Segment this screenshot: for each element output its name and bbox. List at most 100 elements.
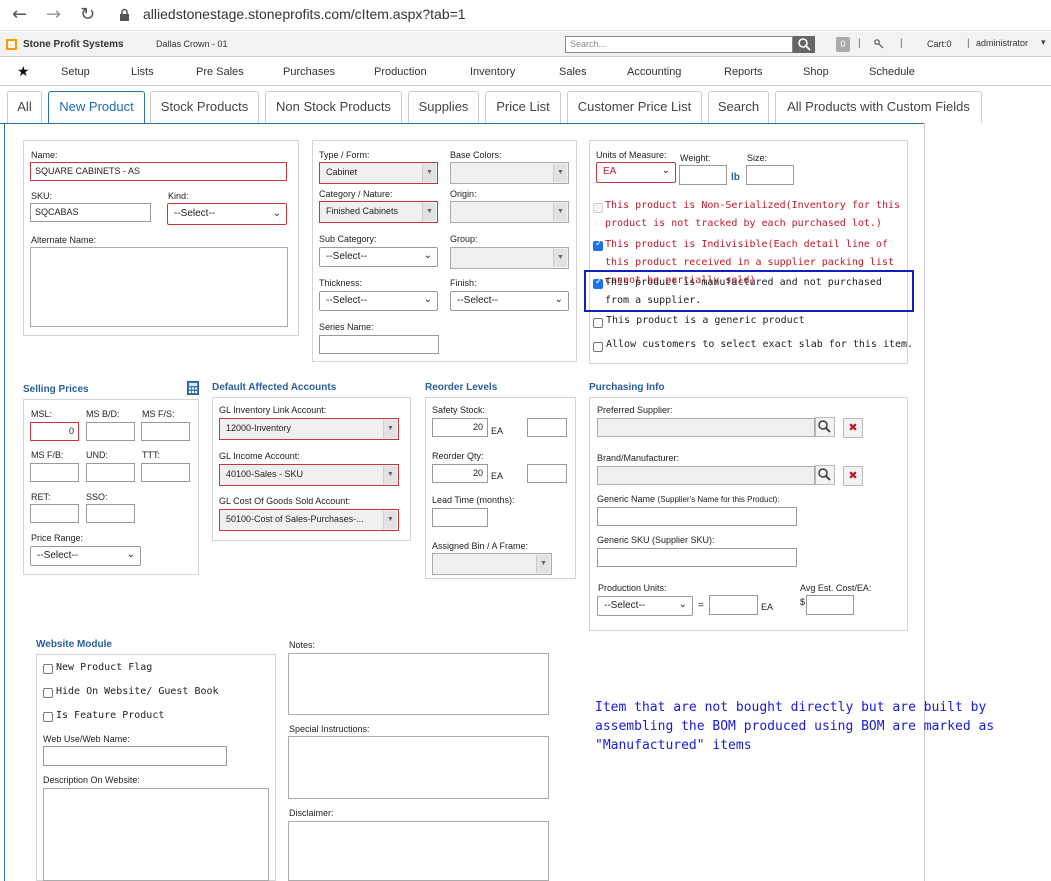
ttt-input[interactable] bbox=[141, 463, 190, 482]
new-product-flag-checkbox[interactable] bbox=[43, 664, 53, 674]
category-select[interactable]: Finished Cabinets ▼ bbox=[319, 201, 438, 223]
tab-price-list[interactable]: Price List bbox=[485, 91, 561, 123]
type-select[interactable]: Cabinet ▼ bbox=[319, 162, 438, 184]
tab-stock-products[interactable]: Stock Products bbox=[150, 91, 259, 123]
nav-pre-sales[interactable]: Pre Sales bbox=[196, 66, 244, 78]
feature-product-checkbox[interactable] bbox=[43, 712, 53, 722]
gl-inventory-select[interactable]: 12000-Inventory ▼ bbox=[219, 418, 399, 440]
nav-reports[interactable]: Reports bbox=[724, 66, 763, 78]
preferred-supplier-input[interactable] bbox=[597, 418, 815, 437]
nav-setup[interactable]: Setup bbox=[61, 66, 90, 78]
tab-supplies[interactable]: Supplies bbox=[408, 91, 479, 123]
uom-select[interactable]: EA ⌄ bbox=[596, 162, 676, 183]
series-name-input[interactable] bbox=[319, 335, 439, 354]
subcategory-select[interactable]: --Select-- ⌄ bbox=[319, 247, 438, 267]
nav-lists[interactable]: Lists bbox=[131, 66, 154, 78]
favorites-star-icon[interactable]: ★ bbox=[17, 63, 30, 80]
und-input[interactable] bbox=[86, 463, 135, 482]
production-units-select[interactable]: --Select-- ⌄ bbox=[597, 596, 693, 616]
alternate-name-textarea[interactable] bbox=[30, 247, 288, 327]
web-name-input[interactable] bbox=[43, 746, 227, 766]
msfb-input[interactable] bbox=[30, 463, 79, 482]
name-input[interactable]: SQUARE CABINETS - AS bbox=[30, 162, 287, 181]
nav-purchases[interactable]: Purchases bbox=[283, 66, 335, 78]
supplier-search-button[interactable] bbox=[815, 417, 835, 437]
cart-link[interactable]: Cart:0 bbox=[927, 39, 952, 49]
thickness-select-value: --Select-- bbox=[326, 295, 368, 306]
magnifier-icon bbox=[818, 420, 831, 433]
nav-accounting[interactable]: Accounting bbox=[627, 66, 681, 78]
assigned-bin-select[interactable]: ▼ bbox=[432, 553, 552, 575]
msbd-input[interactable] bbox=[86, 422, 135, 441]
user-menu[interactable]: administrator bbox=[976, 38, 1028, 48]
nav-sales[interactable]: Sales bbox=[559, 66, 587, 78]
notes-textarea[interactable] bbox=[288, 653, 549, 715]
group-select[interactable]: ▼ bbox=[450, 247, 569, 269]
gl-cogs-select[interactable]: 50100-Cost of Sales-Purchases-... ▼ bbox=[219, 509, 399, 531]
generic-sku-input[interactable] bbox=[597, 548, 797, 567]
safety-stock-extra-input[interactable] bbox=[527, 418, 567, 437]
tab-customer-price-list[interactable]: Customer Price List bbox=[567, 91, 702, 123]
ret-input[interactable] bbox=[30, 504, 79, 523]
gl-cogs-label: GL Cost Of Goods Sold Account: bbox=[219, 496, 351, 506]
base-colors-select[interactable]: ▼ bbox=[450, 162, 569, 184]
gl-income-label: GL Income Account: bbox=[219, 451, 300, 461]
lead-time-input[interactable] bbox=[432, 508, 488, 527]
forward-arrow-icon[interactable]: → bbox=[46, 4, 61, 25]
safety-stock-input[interactable]: 20 bbox=[432, 418, 488, 437]
generic-name-input[interactable] bbox=[597, 507, 797, 526]
production-units-qty-input[interactable] bbox=[709, 595, 758, 615]
key-icon[interactable] bbox=[874, 39, 884, 49]
finish-select[interactable]: --Select-- ⌄ bbox=[450, 291, 569, 311]
msbd-label: MS B/D: bbox=[86, 409, 120, 419]
description-textarea[interactable] bbox=[43, 788, 269, 881]
disclaimer-textarea[interactable] bbox=[288, 821, 549, 881]
notification-badge[interactable]: 0 bbox=[836, 37, 850, 52]
back-arrow-icon[interactable]: ← bbox=[12, 4, 27, 25]
search-icon bbox=[798, 38, 811, 51]
clear-supplier-button[interactable]: ✖ bbox=[843, 418, 863, 438]
nav-shop[interactable]: Shop bbox=[803, 66, 829, 78]
size-input[interactable] bbox=[746, 165, 794, 185]
global-search-input[interactable]: Search... bbox=[565, 36, 793, 53]
nav-schedule[interactable]: Schedule bbox=[869, 66, 915, 78]
clear-brand-button[interactable]: ✖ bbox=[843, 466, 863, 486]
tab-search[interactable]: Search bbox=[708, 91, 769, 123]
tab-non-stock-products[interactable]: Non Stock Products bbox=[265, 91, 402, 123]
tab-all[interactable]: All bbox=[7, 91, 42, 123]
tab-all-products-custom-fields[interactable]: All Products with Custom Fields bbox=[775, 91, 982, 123]
msfs-input[interactable] bbox=[141, 422, 190, 441]
msl-input[interactable]: 0 bbox=[30, 422, 79, 441]
price-range-select[interactable]: --Select-- ⌄ bbox=[30, 546, 141, 566]
weight-input[interactable] bbox=[679, 165, 727, 185]
non-serialized-checkbox[interactable] bbox=[593, 203, 603, 213]
brand-search-button[interactable] bbox=[815, 465, 835, 485]
chevron-down-icon[interactable]: ▾ bbox=[1041, 37, 1046, 48]
origin-select[interactable]: ▼ bbox=[450, 201, 569, 223]
kind-select[interactable]: --Select-- ⌄ bbox=[167, 203, 287, 225]
calculator-icon[interactable] bbox=[187, 381, 199, 395]
search-button[interactable] bbox=[793, 36, 815, 53]
currency-symbol: $ bbox=[800, 597, 806, 607]
reorder-qty-input[interactable]: 20 bbox=[432, 464, 488, 483]
location-selector[interactable]: Dallas Crown - 01 bbox=[156, 39, 228, 49]
production-units-unit: EA bbox=[761, 602, 774, 612]
hide-on-website-checkbox[interactable] bbox=[43, 688, 53, 698]
sso-input[interactable] bbox=[86, 504, 135, 523]
address-bar[interactable]: alliedstonestage.stoneprofits.com/cItem.… bbox=[143, 6, 466, 22]
nav-production[interactable]: Production bbox=[374, 66, 427, 78]
tab-new-product[interactable]: New Product bbox=[48, 91, 145, 124]
exact-slab-checkbox[interactable] bbox=[593, 342, 603, 352]
nav-inventory[interactable]: Inventory bbox=[470, 66, 515, 78]
thickness-select[interactable]: --Select-- ⌄ bbox=[319, 291, 438, 311]
generic-product-checkbox[interactable] bbox=[593, 318, 603, 328]
avg-cost-input[interactable] bbox=[806, 595, 854, 615]
special-instructions-textarea[interactable] bbox=[288, 736, 549, 799]
indivisible-checkbox[interactable] bbox=[593, 239, 603, 251]
sku-input[interactable]: SQCABAS bbox=[30, 203, 151, 222]
reorder-qty-extra-input[interactable] bbox=[527, 464, 567, 483]
reload-icon[interactable]: ↻ bbox=[80, 4, 95, 25]
brand-input[interactable] bbox=[597, 466, 815, 485]
brand-name[interactable]: Stone Profit Systems bbox=[23, 39, 124, 50]
gl-income-select[interactable]: 40100-Sales - SKU ▼ bbox=[219, 464, 399, 486]
